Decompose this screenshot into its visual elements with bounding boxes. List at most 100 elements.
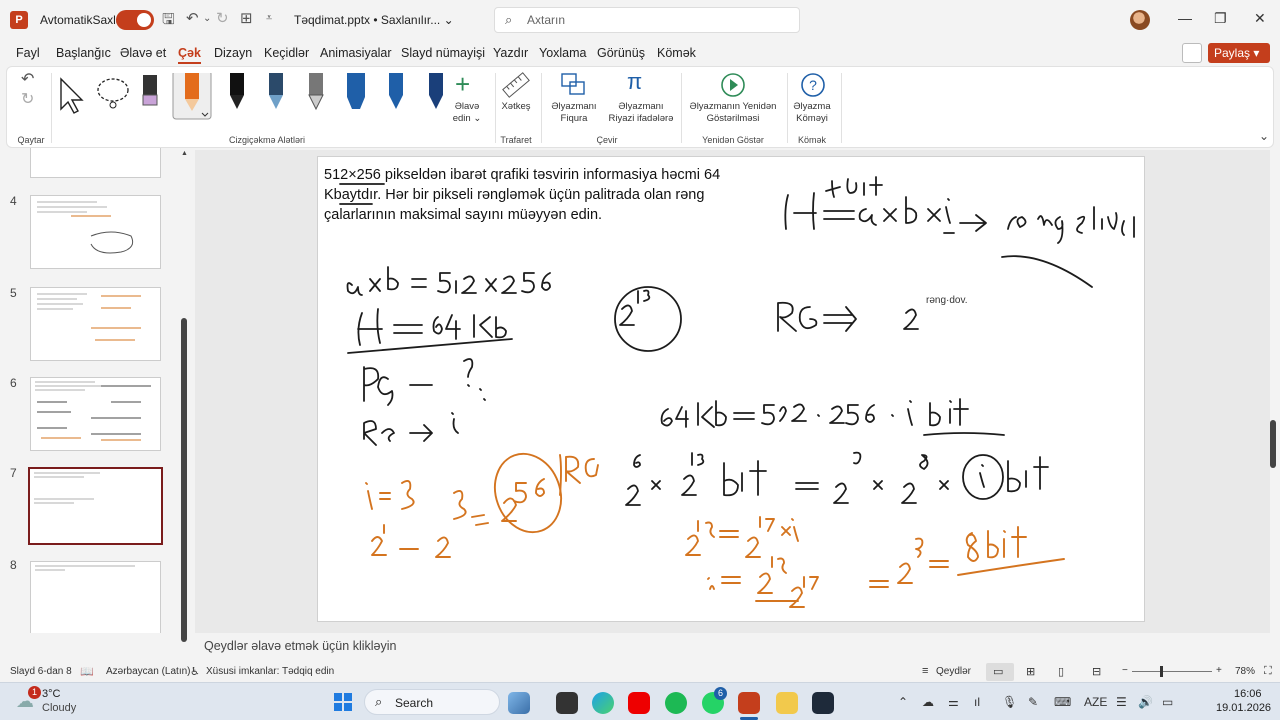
audio-levels-icon[interactable]: ıl	[974, 695, 980, 709]
ink-to-shape-icon[interactable]	[559, 71, 587, 99]
scrollbar-thumb[interactable]	[181, 318, 187, 642]
tab-slideshow[interactable]: Slayd nümayişi	[401, 46, 485, 60]
widget-image-icon[interactable]	[508, 692, 530, 714]
youtube-icon[interactable]	[628, 692, 650, 714]
notes-pane[interactable]: Qeydlər əlavə etmək üçün klikləyin	[204, 639, 396, 653]
ink-replay-button[interactable]: Əlyazmanın Yenidən Göstərilməsi	[683, 101, 783, 125]
pen-orange-icon[interactable]	[172, 73, 212, 120]
clock-time[interactable]: 16:06	[1234, 688, 1262, 700]
ink-replay-icon[interactable]	[719, 71, 747, 99]
zoom-slider-thumb[interactable]	[1160, 666, 1163, 677]
tab-help[interactable]: Kömək	[657, 46, 696, 60]
input-language[interactable]: AZE	[1084, 695, 1107, 709]
ruler-button[interactable]: Xətkeş	[495, 101, 537, 113]
canvas-scrollbar[interactable]	[1270, 150, 1280, 620]
accessibility-icon[interactable]: ♿	[190, 665, 200, 678]
add-pen-icon[interactable]: +	[455, 69, 470, 100]
task-view-icon[interactable]	[556, 692, 578, 714]
file-name[interactable]: Təqdimat.pptx • Saxlanılır... ⌄	[294, 13, 454, 27]
thumbnail-scrollbar[interactable]: ▲	[181, 150, 188, 648]
tab-view[interactable]: Görünüş	[597, 46, 645, 60]
ruler-icon[interactable]	[501, 71, 531, 99]
taskbar-search[interactable]: ⌕ Search	[364, 689, 500, 715]
comments-icon[interactable]	[1182, 43, 1202, 63]
clock-date[interactable]: 19.01.2026	[1216, 702, 1271, 714]
scroll-up-icon[interactable]: ▲	[181, 150, 188, 157]
battery-icon[interactable]: ▭	[1162, 695, 1173, 709]
wifi-icon[interactable]: ☰	[1116, 695, 1127, 709]
volume-icon[interactable]: 🔊	[1138, 695, 1153, 709]
zoom-slider[interactable]	[1132, 671, 1212, 672]
pen-menu-icon[interactable]: ✎	[1028, 695, 1038, 709]
reading-view-icon[interactable]: ▯	[1058, 665, 1064, 678]
undo-dropdown-icon[interactable]: ⌄	[203, 13, 211, 24]
undo-icon[interactable]: ↶	[186, 9, 199, 27]
pen-navy-icon[interactable]	[429, 73, 443, 109]
tray-chevron-icon[interactable]: ⌃	[898, 695, 908, 709]
save-icon[interactable]: 🖫	[162, 9, 175, 34]
pen-blue-icon[interactable]	[389, 73, 403, 109]
slide-sorter-icon[interactable]: ⊞	[1026, 665, 1035, 678]
highlighter-blue-icon[interactable]	[347, 73, 365, 109]
redo-icon[interactable]: ↻	[216, 9, 229, 27]
edge-browser-icon[interactable]	[592, 692, 614, 714]
tab-animations[interactable]: Animasiyalar	[320, 46, 392, 60]
microphone-icon[interactable]: 🎙	[1002, 695, 1017, 709]
close-icon[interactable]: ✕	[1254, 10, 1266, 27]
weather-temp[interactable]: 3°C	[42, 688, 60, 700]
notes-button[interactable]: Qeydlər	[936, 666, 971, 677]
tab-review[interactable]: Yoxlama	[539, 46, 587, 60]
ink-to-math-icon[interactable]: π	[627, 69, 642, 95]
settings-sliders-icon[interactable]: ⚌	[948, 695, 959, 709]
tab-file[interactable]: Fayl	[16, 46, 40, 60]
maximize-icon[interactable]: ❐	[1214, 10, 1227, 27]
slideshow-icon[interactable]: ⊟	[1092, 665, 1101, 678]
add-pen-button[interactable]: Əlavə edin ⌄	[445, 101, 489, 125]
ink-to-math-button[interactable]: Əlyazmanı Riyazi ifadələrə	[607, 101, 675, 125]
ribbon-redo-icon[interactable]: ↻	[21, 89, 34, 109]
slide-thumbnail[interactable]	[30, 377, 161, 451]
windows-start-icon[interactable]	[334, 693, 352, 711]
ink-help-icon[interactable]: ?	[799, 71, 827, 99]
eraser-icon[interactable]	[142, 75, 158, 106]
tab-design[interactable]: Dizayn	[214, 46, 252, 60]
present-icon[interactable]: ⊞	[240, 9, 253, 27]
ribbon-undo-icon[interactable]: ↶	[21, 69, 34, 89]
powerpoint-taskbar-icon[interactable]	[738, 692, 760, 714]
spotify-icon[interactable]	[665, 692, 687, 714]
tab-transitions[interactable]: Keçidlər	[264, 46, 309, 60]
slide[interactable]: 512×256 pikseldən ibarət qrafiki təsviri…	[317, 156, 1145, 622]
fit-to-window-icon[interactable]: ⛶	[1264, 665, 1272, 678]
zoom-in-icon[interactable]: +	[1216, 665, 1222, 676]
cloud-icon[interactable]: ☁	[922, 695, 934, 709]
keyboard-icon[interactable]: ⌨	[1054, 695, 1071, 709]
zoom-level[interactable]: 78%	[1235, 666, 1255, 677]
tab-draw[interactable]: Çək	[178, 46, 201, 64]
autosave-toggle[interactable]	[116, 10, 154, 30]
search-input[interactable]: ⌕ Axtarın	[494, 7, 800, 33]
pencil-gray-icon[interactable]	[308, 73, 324, 111]
spelling-icon[interactable]: 📖	[80, 665, 94, 678]
terminal-app-icon[interactable]	[812, 692, 834, 714]
scrollbar-thumb[interactable]	[1270, 420, 1276, 468]
slide-thumbnail[interactable]	[30, 148, 161, 178]
tab-record[interactable]: Yazdır	[493, 46, 528, 60]
ink-help-button[interactable]: Əlyazma Köməyi	[787, 101, 837, 125]
zoom-out-icon[interactable]: −	[1122, 665, 1128, 676]
select-arrow-icon[interactable]	[60, 77, 84, 114]
accessibility-status[interactable]: Xüsusi imkanlar: Tədqiq edin	[206, 666, 334, 677]
customize-toolbar-icon[interactable]: ⩡	[266, 12, 272, 25]
slide-thumbnail[interactable]	[30, 561, 161, 633]
file-explorer-icon[interactable]	[776, 692, 798, 714]
pen-galaxy-icon[interactable]	[269, 73, 283, 109]
lasso-select-icon[interactable]	[97, 78, 129, 109]
notes-icon[interactable]: ≡	[922, 665, 928, 677]
ink-to-shape-button[interactable]: Əlyazmanı Fiqura	[543, 101, 605, 125]
tab-insert[interactable]: Əlavə et	[120, 46, 166, 60]
slide-thumbnail[interactable]	[30, 195, 161, 269]
slide-thumbnail[interactable]	[30, 287, 161, 361]
pen-black-icon[interactable]	[230, 73, 244, 109]
language-indicator[interactable]: Azərbaycan (Latın)	[106, 666, 191, 677]
minimize-icon[interactable]: —	[1178, 10, 1192, 26]
ribbon-collapse-icon[interactable]: ⌄	[1259, 129, 1269, 143]
